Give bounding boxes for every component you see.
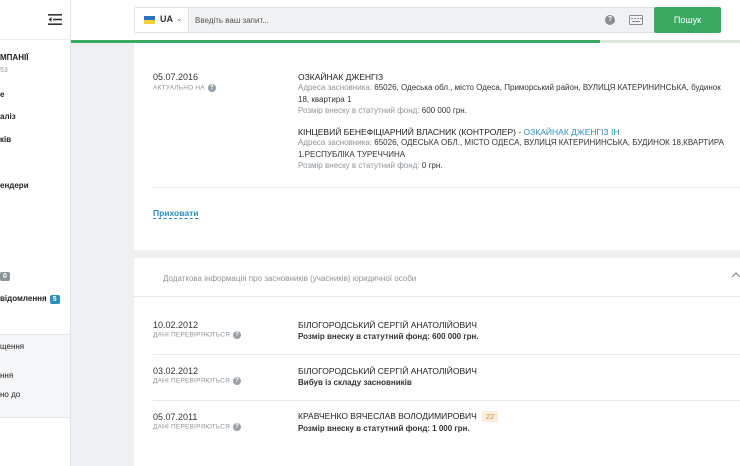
sidebar-bottom: щення ння но до <box>0 334 70 418</box>
sidebar-item-3[interactable]: ків <box>0 135 11 144</box>
row-status: ДАНІ ПЕРЕВІРЯЮТЬСЯ? <box>153 331 242 339</box>
record-status: АКТУАЛЬНО НА? <box>153 84 216 92</box>
row-detail: Розмір внеску в статутний фонд: 1 000 гр… <box>298 424 470 433</box>
age-badge: 22 <box>481 411 499 422</box>
notifications-badge: 5 <box>49 295 60 304</box>
chevron-down-icon: ⌄ <box>176 14 183 23</box>
status-label: ДАНІ ПЕРЕВІРЯЮТЬСЯ <box>153 377 231 385</box>
info-icon[interactable]: ? <box>207 84 216 92</box>
sidebar: МПАНІЇ 53 е аліз ків ендери 0 відомлення… <box>0 0 71 466</box>
founder-contribution: Розмір внеску в статутний фонд: 600 000 … <box>298 106 467 115</box>
info-icon[interactable]: ? <box>233 423 242 431</box>
company-title: МПАНІЇ <box>0 53 29 62</box>
hide-link[interactable]: Приховати <box>153 208 199 219</box>
sidebar-item-notifications[interactable]: відомлення 5 <box>0 294 60 304</box>
row-name: БІЛОГОРОДСЬКИЙ СЕРГІЙ АНАТОЛІЙОВИЧ <box>298 366 477 376</box>
chevron-up-icon[interactable] <box>731 270 740 280</box>
beneficiary-address: Адреса засновника: 65026, ОДЕСЬКА ОБЛ., … <box>298 137 734 161</box>
contribution-label: Розмір внеску в статутний фонд: <box>298 106 420 115</box>
status-label: ДАНІ ПЕРЕВІРЯЮТЬСЯ <box>153 423 231 431</box>
company-code: 53 <box>0 67 8 74</box>
address-label: Адреса засновника: <box>298 138 373 147</box>
founder-name: ОЗКАЙНАК ДЖЕНГІЗ <box>298 72 384 82</box>
ukraine-flag-icon <box>144 16 155 24</box>
row-name: БІЛОГОРОДСЬКИЙ СЕРГІЙ АНАТОЛІЙОВИЧ <box>298 320 477 330</box>
sidebar-bottom-item-3[interactable]: но до <box>0 390 20 399</box>
count-badge: 0 <box>0 272 10 281</box>
beneficiary-contribution: Розмір внеску в статутний фонд: 0 грн. <box>298 161 442 170</box>
contribution-value: 0 грн. <box>421 161 443 170</box>
row-status: ДАНІ ПЕРЕВІРЯЮТЬСЯ? <box>153 377 242 385</box>
row-date: 05.07.2011 <box>153 412 198 422</box>
search-button[interactable]: Пошук <box>654 7 721 33</box>
sidebar-header <box>0 0 70 40</box>
language-selector[interactable]: UA ⌄ <box>135 8 189 32</box>
sidebar-item-1[interactable]: е <box>0 90 4 99</box>
person-name: КРАВЧЕНКО ВЯЧЕСЛАВ ВОЛОДИМИРОВИЧ <box>298 411 477 421</box>
sidebar-bottom-item-2[interactable]: ння <box>0 371 13 380</box>
sidebar-item-badge[interactable]: 0 <box>0 271 10 281</box>
contribution-label: Розмір внеску в статутний фонд: <box>298 161 420 170</box>
founders-card: 05.07.2016 АКТУАЛЬНО НА? ОЗКАЙНАК ДЖЕНГІ… <box>134 43 740 250</box>
record-date: 05.07.2016 <box>153 72 199 82</box>
divider <box>134 296 740 297</box>
beneficiary-title: КІНЦЕВИЙ БЕНЕФІЦІАРНИЙ ВЛАСНИК (КОНТРОЛЕ… <box>298 127 620 137</box>
address-label: Адреса засновника: <box>298 83 373 92</box>
row-detail: Вибув із складу засновників <box>298 378 412 387</box>
row-date: 03.02.2012 <box>153 366 199 376</box>
info-icon[interactable]: ? <box>233 377 242 385</box>
contribution-value: 600 000 грн. <box>421 106 467 115</box>
divider <box>153 354 740 355</box>
sidebar-bottom-item-1[interactable]: щення <box>0 342 24 351</box>
status-label: АКТУАЛЬНО НА <box>153 84 205 92</box>
keyboard-icon[interactable] <box>629 15 643 25</box>
beneficiary-name-link[interactable]: ОЗКАЙНАК ДЖЕНГІЗ ІН <box>524 127 620 137</box>
help-icon[interactable]: ? <box>605 15 615 25</box>
row-detail: Розмір внеску в статутний фонд: 600 000 … <box>298 332 479 341</box>
row-status: ДАНІ ПЕРЕВІРЯЮТЬСЯ? <box>153 423 242 431</box>
top-bar: UA ⌄ ? Пошук <box>71 0 740 40</box>
status-label: ДАНІ ПЕРЕВІРЯЮТЬСЯ <box>153 331 231 339</box>
additional-info-card: Додаткова інформація про засновників (уч… <box>134 258 740 466</box>
sidebar-item-label: відомлення <box>0 294 47 303</box>
divider <box>153 400 740 401</box>
beneficiary-label: КІНЦЕВИЙ БЕНЕФІЦІАРНИЙ ВЛАСНИК (КОНТРОЛЕ… <box>298 127 522 137</box>
search-input[interactable] <box>195 11 595 29</box>
row-date: 10.02.2012 <box>153 320 199 330</box>
divider <box>153 187 740 188</box>
section-title: Додаткова інформація про засновників (уч… <box>163 274 417 283</box>
menu-collapse-icon[interactable] <box>48 13 62 26</box>
info-icon[interactable]: ? <box>233 331 242 339</box>
sidebar-item-analysis[interactable]: аліз <box>0 112 16 121</box>
founder-address: Адреса засновника: 65026, Одеська обл., … <box>298 82 734 106</box>
language-label: UA <box>160 14 173 24</box>
row-name: КРАВЧЕНКО ВЯЧЕСЛАВ ВОЛОДИМИРОВИЧ 22 <box>298 411 499 422</box>
sidebar-item-tenders[interactable]: ендери <box>0 181 29 190</box>
search-bar: UA ⌄ ? <box>134 7 655 33</box>
